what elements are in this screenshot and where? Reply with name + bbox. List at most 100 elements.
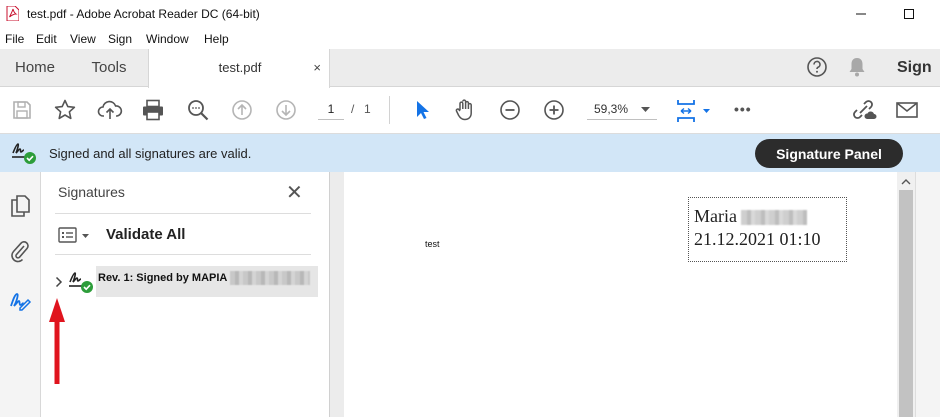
link-cloud-icon [853, 100, 877, 119]
page-body-text: test [425, 239, 440, 249]
menu-sign[interactable]: Sign [108, 32, 132, 46]
next-page-button[interactable] [273, 97, 299, 123]
save-button[interactable] [9, 97, 35, 123]
options-menu-button[interactable] [57, 226, 95, 246]
list-options-icon [58, 227, 89, 243]
maximize-button[interactable] [898, 4, 920, 24]
menu-file[interactable]: File [5, 32, 24, 46]
zoom-in-button[interactable] [541, 97, 567, 123]
signatures-panel: Signatures ✕ Validate All Rev. 1: Signed… [41, 172, 330, 417]
stamp-datetime: 21.12.2021 01:10 [694, 229, 821, 249]
help-icon [807, 57, 827, 77]
signatures-panel-title: Signatures [58, 184, 125, 200]
menu-bar: File Edit View Sign Window Help [0, 29, 940, 49]
right-pane-collapsed [915, 172, 940, 417]
menu-view[interactable]: View [70, 32, 96, 46]
signature-list-item[interactable]: Rev. 1: Signed by MAPIA [69, 266, 318, 297]
select-tool-button[interactable] [409, 97, 435, 123]
zoom-select[interactable]: 59,3% [587, 98, 657, 120]
main-toolbar: 1 / 1 59,3% ••• [0, 88, 940, 134]
chevron-down-icon [641, 107, 650, 112]
more-tools-button[interactable]: ••• [734, 101, 752, 117]
acrobat-app-icon [6, 6, 19, 21]
tab-close-button[interactable]: × [313, 60, 321, 75]
find-button[interactable] [185, 97, 211, 123]
maximize-icon [904, 9, 914, 19]
tab-tools[interactable]: Tools [70, 49, 148, 86]
menu-window[interactable]: Window [146, 32, 189, 46]
signatures-panel-button[interactable] [8, 288, 32, 312]
signature-pen-icon [10, 293, 32, 311]
chevron-right-icon[interactable] [55, 276, 63, 288]
fit-page-icon [677, 100, 710, 122]
bell-icon [849, 58, 865, 77]
zoom-value: 59,3% [594, 102, 629, 116]
title-bar: test.pdf - Adobe Acrobat Reader DC (64-b… [0, 0, 940, 29]
signature-stamp[interactable]: Maria 21.12.2021 01:10 [688, 197, 847, 262]
panel-divider [55, 213, 311, 214]
panel-divider [55, 254, 311, 255]
previous-page-button[interactable] [229, 97, 255, 123]
window-title: test.pdf - Adobe Acrobat Reader DC (64-b… [27, 7, 260, 21]
plus-circle-icon [544, 100, 564, 120]
page-thumbnails-button[interactable] [8, 194, 32, 218]
tab-document[interactable]: test.pdf × [148, 49, 330, 88]
tab-document-label: test.pdf [218, 60, 262, 75]
signature-row-text: Rev. 1: Signed by MAPIA [98, 271, 228, 284]
document-viewport: test Maria 21.12.2021 01:10 [330, 172, 897, 417]
page-total: 1 [364, 102, 371, 116]
page-separator: / [351, 102, 355, 116]
arrow-down-circle-icon [276, 100, 296, 120]
minimize-button[interactable] [850, 4, 872, 24]
cloud-upload-icon [97, 100, 123, 119]
page-number-input[interactable]: 1 [318, 100, 344, 120]
arrow-up-circle-icon [232, 100, 252, 120]
share-link-button[interactable] [851, 97, 877, 123]
redacted-surname [740, 210, 807, 226]
menu-edit[interactable]: Edit [36, 32, 57, 46]
minus-circle-icon [500, 100, 520, 120]
close-panel-button[interactable]: ✕ [286, 180, 303, 205]
scrollbar-thumb[interactable] [899, 190, 913, 417]
signature-valid-icon [12, 143, 36, 164]
search-zoom-icon [188, 100, 209, 121]
zoom-out-button[interactable] [497, 97, 523, 123]
tab-bar: Home Tools test.pdf × Sign [0, 49, 940, 88]
attachments-button[interactable] [8, 239, 32, 263]
pages-icon [11, 195, 30, 217]
vertical-scrollbar[interactable] [897, 172, 915, 417]
hand-tool-button[interactable] [452, 97, 478, 123]
print-button[interactable] [140, 97, 166, 123]
printer-icon [143, 99, 163, 121]
page-display-button[interactable] [674, 97, 714, 125]
bookmark-star-button[interactable] [52, 97, 78, 123]
help-button[interactable] [806, 56, 828, 78]
validate-all-button[interactable]: Validate All [106, 226, 185, 243]
email-button[interactable] [894, 97, 920, 123]
redacted-name [230, 271, 311, 285]
signature-status-bar: Signed and all signatures are valid. Sig… [0, 134, 940, 172]
tab-home[interactable]: Home [0, 49, 70, 86]
hand-icon [455, 99, 472, 121]
scroll-up-button[interactable] [897, 174, 915, 188]
upload-share-button[interactable] [97, 97, 123, 123]
notifications-button[interactable] [847, 56, 867, 78]
left-navigation-rail [0, 172, 41, 417]
signature-status-message: Signed and all signatures are valid. [49, 146, 252, 161]
stamp-name-line: Maria [694, 206, 807, 227]
signature-panel-button[interactable]: Signature Panel [755, 139, 903, 168]
stamp-name: Maria [694, 206, 737, 226]
cursor-arrow-icon [417, 101, 429, 119]
envelope-icon [896, 102, 918, 118]
save-icon [13, 101, 31, 119]
toolbar-divider [389, 96, 390, 124]
signature-valid-icon [69, 272, 93, 293]
minimize-icon [856, 13, 866, 15]
pdf-page: test Maria 21.12.2021 01:10 [344, 172, 897, 417]
star-icon [54, 99, 76, 120]
red-arrow-annotation [49, 298, 65, 384]
paperclip-icon [11, 241, 29, 263]
sign-in-link[interactable]: Sign [897, 59, 932, 77]
chevron-up-icon [901, 178, 911, 184]
menu-help[interactable]: Help [204, 32, 229, 46]
